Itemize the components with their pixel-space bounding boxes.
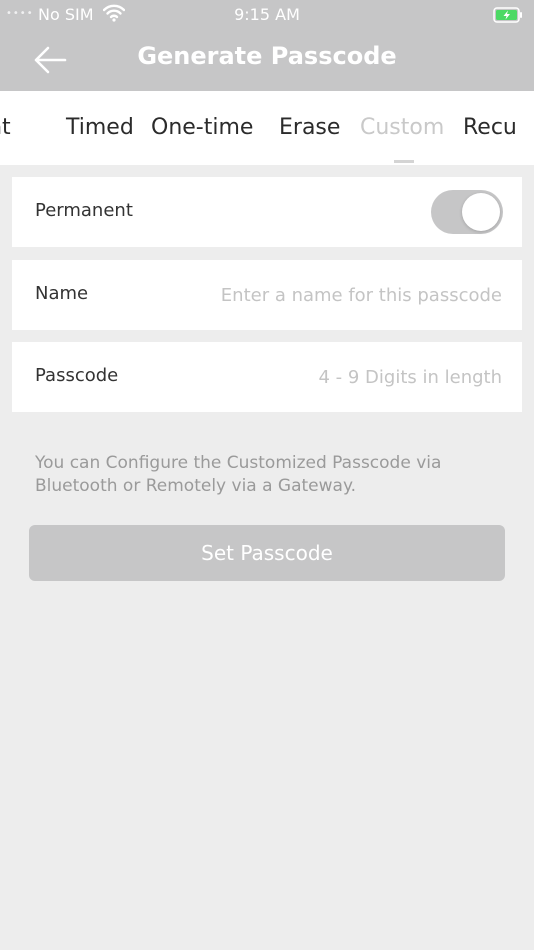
tab-scroll-fade bbox=[518, 91, 534, 165]
toggle-knob bbox=[462, 193, 500, 231]
tab-erase[interactable]: Erase bbox=[279, 115, 340, 140]
active-tab-indicator bbox=[394, 160, 414, 163]
battery-charging-icon bbox=[493, 7, 522, 23]
tab-timed[interactable]: Timed bbox=[66, 115, 134, 140]
permanent-toggle[interactable] bbox=[431, 190, 503, 234]
page-title: Generate Passcode bbox=[137, 42, 397, 70]
passcode-label: Passcode bbox=[35, 365, 119, 386]
navigation-header: •••• No SIM 9:15 AM Generate Passcode bbox=[0, 0, 534, 91]
status-bar: •••• No SIM 9:15 AM bbox=[0, 0, 534, 30]
name-row: Name bbox=[12, 260, 522, 330]
status-time: 9:15 AM bbox=[234, 5, 300, 24]
tab-custom[interactable]: Custom bbox=[360, 115, 444, 140]
permanent-label: Permanent bbox=[35, 200, 133, 221]
name-input[interactable] bbox=[182, 280, 502, 310]
set-passcode-button[interactable]: Set Passcode bbox=[29, 525, 505, 581]
passcode-input[interactable] bbox=[182, 362, 502, 392]
name-label: Name bbox=[35, 283, 89, 304]
passcode-type-tabs: Permanent Timed One-time Erase Custom Re… bbox=[0, 91, 534, 165]
permanent-row: Permanent bbox=[12, 177, 522, 247]
info-text: You can Configure the Customized Passcod… bbox=[35, 453, 442, 496]
passcode-row: Passcode bbox=[12, 342, 522, 412]
tab-permanent[interactable]: Permanent bbox=[0, 115, 11, 140]
tab-one-time[interactable]: One-time bbox=[151, 115, 253, 140]
